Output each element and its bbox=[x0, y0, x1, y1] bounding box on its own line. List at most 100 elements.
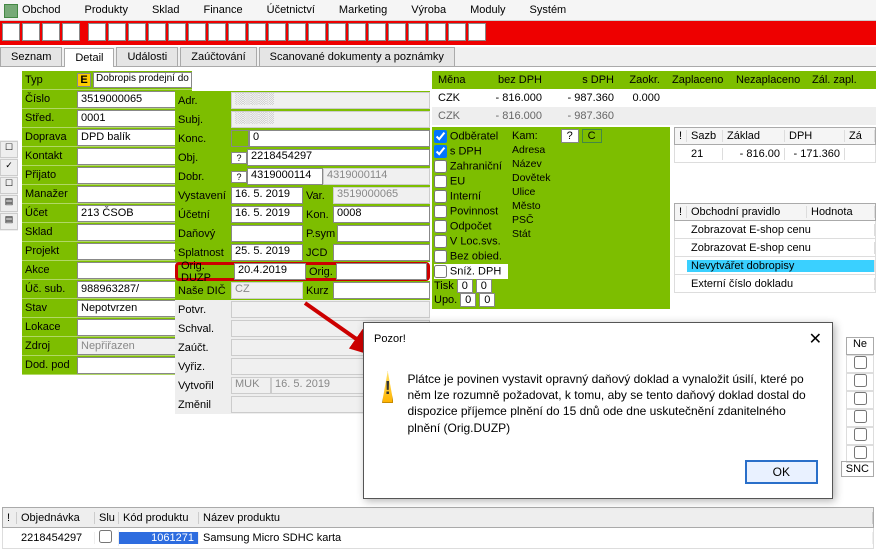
c-button[interactable]: C bbox=[582, 129, 602, 143]
side-icon[interactable]: ✓ bbox=[0, 159, 18, 176]
tb-icon[interactable] bbox=[108, 23, 126, 41]
table-row[interactable]: Zobrazovat E-shop cenu bbox=[674, 239, 876, 257]
tb-icon[interactable] bbox=[148, 23, 166, 41]
cb-interni[interactable] bbox=[434, 190, 447, 203]
upo1-input[interactable]: 0 bbox=[460, 293, 476, 307]
side-icon[interactable]: ☐ bbox=[0, 141, 18, 158]
upo2-input[interactable]: 0 bbox=[479, 293, 495, 307]
menu-marketing[interactable]: Marketing bbox=[333, 2, 393, 18]
konc-input[interactable] bbox=[231, 130, 249, 147]
dobr-input[interactable]: 4319000114 bbox=[247, 168, 323, 185]
tab-zauctovani[interactable]: Zaúčtování bbox=[180, 47, 256, 66]
help-icon[interactable]: ? bbox=[231, 171, 247, 183]
table-row[interactable]: 2218454297 1061271 Samsung Micro SDHC ka… bbox=[2, 528, 874, 549]
tb-icon[interactable] bbox=[428, 23, 446, 41]
tisk1-input[interactable]: 0 bbox=[457, 279, 473, 293]
table-row[interactable]: Externí číslo dokladu bbox=[674, 275, 876, 293]
splatnost-input[interactable]: 25. 5. 2019 bbox=[231, 244, 303, 261]
obj-input[interactable]: 2218454297 bbox=[247, 149, 430, 166]
kon-input[interactable]: 0008 bbox=[333, 206, 430, 223]
lbl-vytvoril: Vytvořil bbox=[175, 380, 231, 392]
tb-icon[interactable] bbox=[62, 23, 80, 41]
cb-odpocet[interactable] bbox=[434, 220, 447, 233]
subj-input[interactable]: ░░░░░ bbox=[231, 111, 430, 128]
tab-udalosti[interactable]: Události bbox=[116, 47, 178, 66]
cb-snizdph[interactable] bbox=[434, 265, 447, 278]
tb-icon[interactable] bbox=[308, 23, 326, 41]
menu-sklad[interactable]: Sklad bbox=[146, 2, 186, 18]
ok-button[interactable]: OK bbox=[745, 460, 818, 484]
cb-eu[interactable] bbox=[434, 175, 447, 188]
ucetni-input[interactable]: 16. 5. 2019 bbox=[231, 206, 303, 223]
tb-icon[interactable] bbox=[388, 23, 406, 41]
tb-icon[interactable] bbox=[42, 23, 60, 41]
h-bezdph: bez DPH bbox=[476, 74, 548, 86]
tb-icon[interactable] bbox=[408, 23, 426, 41]
cb-bezobied[interactable] bbox=[434, 250, 447, 263]
close-icon[interactable]: ✕ bbox=[809, 329, 822, 349]
cb-sdph[interactable] bbox=[434, 145, 447, 158]
tb-icon[interactable] bbox=[88, 23, 106, 41]
row-cb[interactable] bbox=[99, 530, 112, 543]
tb-icon[interactable] bbox=[448, 23, 466, 41]
h-sdph: s DPH bbox=[548, 74, 620, 86]
psym-input[interactable] bbox=[337, 225, 430, 242]
ne-cb[interactable] bbox=[854, 428, 867, 441]
kurz-input[interactable] bbox=[333, 282, 430, 299]
jcd-input[interactable] bbox=[333, 244, 430, 261]
tab-seznam[interactable]: Seznam bbox=[0, 47, 62, 66]
vystaveni-input[interactable]: 16. 5. 2019 bbox=[231, 187, 303, 204]
danovy-input[interactable] bbox=[231, 225, 303, 242]
tb-icon[interactable] bbox=[288, 23, 306, 41]
menu-obchod[interactable]: Obchod bbox=[4, 2, 67, 18]
cb-zahr[interactable] bbox=[434, 160, 447, 173]
ne-cb[interactable] bbox=[854, 392, 867, 405]
table-row[interactable]: Nevytvářet dobropisy bbox=[674, 257, 876, 275]
ne-cb[interactable] bbox=[854, 356, 867, 369]
ne-cb[interactable] bbox=[854, 410, 867, 423]
ne-cb[interactable] bbox=[854, 446, 867, 459]
table-row[interactable]: 21 - 816.00 - 171.360 bbox=[674, 145, 876, 163]
tb-icon[interactable] bbox=[168, 23, 186, 41]
tb-icon[interactable] bbox=[208, 23, 226, 41]
side-icon[interactable]: ▤ bbox=[0, 195, 18, 212]
ne-cb[interactable] bbox=[854, 374, 867, 387]
lbl-psym: P.sym bbox=[303, 228, 337, 240]
help-icon[interactable]: ? bbox=[231, 152, 247, 164]
menu-system[interactable]: Systém bbox=[524, 2, 573, 18]
cb-povinnost[interactable] bbox=[434, 205, 447, 218]
tb-icon[interactable] bbox=[188, 23, 206, 41]
orig-input[interactable] bbox=[336, 263, 427, 280]
orig-duzp-input[interactable]: 20.4.2019 bbox=[234, 263, 306, 280]
lbl-ucsub: Úč. sub. bbox=[22, 283, 77, 295]
side-icon[interactable]: ☐ bbox=[0, 177, 18, 194]
tab-detail[interactable]: Detail bbox=[64, 48, 114, 67]
tb-icon[interactable] bbox=[468, 23, 486, 41]
tb-icon[interactable] bbox=[248, 23, 266, 41]
menu-produkty[interactable]: Produkty bbox=[79, 2, 134, 18]
tb-icon[interactable] bbox=[228, 23, 246, 41]
menu-finance[interactable]: Finance bbox=[197, 2, 248, 18]
cb-odberatel[interactable] bbox=[434, 130, 447, 143]
typ-text[interactable]: Dobropis prodejní do tuzemska,s DPH bbox=[93, 72, 192, 88]
tb-icon[interactable] bbox=[128, 23, 146, 41]
tb-icon[interactable] bbox=[348, 23, 366, 41]
q-button[interactable]: ? bbox=[561, 129, 579, 143]
menu-moduly[interactable]: Moduly bbox=[464, 2, 511, 18]
tb-icon[interactable] bbox=[22, 23, 40, 41]
tb-icon[interactable] bbox=[328, 23, 346, 41]
konc-input2[interactable]: 0 bbox=[249, 130, 430, 147]
tisk2-input[interactable]: 0 bbox=[476, 279, 492, 293]
table-row[interactable]: Zobrazovat E-shop cenu bbox=[674, 221, 876, 239]
adr-input[interactable]: ░░░░░ bbox=[231, 92, 430, 109]
side-icon[interactable]: ▤ bbox=[0, 213, 18, 230]
main-menubar[interactable]: Obchod Produkty Sklad Finance Účetnictví… bbox=[0, 0, 876, 21]
tb-icon[interactable] bbox=[268, 23, 286, 41]
menu-vyroba[interactable]: Výroba bbox=[405, 2, 452, 18]
tab-scany[interactable]: Scanované dokumenty a poznámky bbox=[259, 47, 455, 66]
menu-ucetnictvi[interactable]: Účetnictví bbox=[261, 2, 321, 18]
cb-vlocsvs[interactable] bbox=[434, 235, 447, 248]
lbl-adr: Adr. bbox=[175, 95, 231, 107]
tb-icon[interactable] bbox=[368, 23, 386, 41]
tb-icon[interactable] bbox=[2, 23, 20, 41]
